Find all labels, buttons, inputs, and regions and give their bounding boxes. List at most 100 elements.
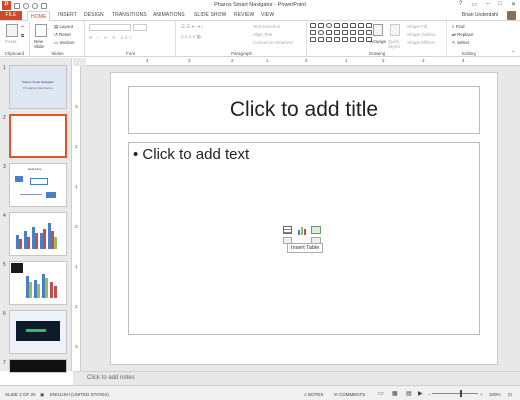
fit-slide-icon[interactable]: ⊡ — [508, 392, 512, 398]
zoom-out-icon[interactable]: – — [428, 392, 431, 397]
shape-icon[interactable] — [310, 30, 316, 35]
copy-icon[interactable]: ⧉ — [21, 33, 24, 38]
zoom-slider-thumb[interactable] — [460, 390, 462, 397]
shape-icon[interactable] — [334, 37, 340, 42]
convert-smartart-button[interactable]: Convert to SmartArt — [253, 40, 293, 45]
shape-icon[interactable] — [318, 30, 324, 35]
maximize-icon[interactable]: □ — [498, 1, 502, 8]
body-placeholder-text: Click to add text — [142, 146, 250, 163]
insert-table-icon[interactable] — [283, 226, 292, 234]
shape-icon[interactable] — [358, 23, 364, 28]
shape-icon[interactable] — [310, 23, 316, 28]
slide-thumbnail-1[interactable]: Pharos Smart Navigator PF Graphics Data … — [9, 65, 67, 109]
new-slide-button[interactable]: New Slide — [34, 39, 52, 49]
font-size-select[interactable] — [133, 24, 147, 31]
ruler-number: 3 — [188, 58, 191, 63]
tab-view[interactable]: VIEW — [261, 12, 274, 18]
comments-button[interactable]: ✉ COMMENTS — [334, 392, 365, 398]
quick-styles-icon[interactable] — [390, 24, 400, 36]
font-name-select[interactable] — [89, 24, 131, 31]
shape-icon[interactable] — [350, 30, 356, 35]
reading-view-icon[interactable]: ▤ — [406, 390, 412, 397]
normal-view-icon[interactable]: ▭ — [378, 390, 384, 397]
font-format-buttons[interactable]: B I U S abc — [89, 35, 134, 40]
shape-icon[interactable] — [318, 37, 324, 42]
user-name[interactable]: Brian Underdahl — [462, 12, 498, 18]
list-buttons[interactable]: ☰ ☰ ⇤ ⇥ ↕ — [181, 24, 204, 30]
select-button[interactable]: ↖ Select — [452, 40, 470, 46]
layout-button[interactable]: ▤ Layout — [54, 24, 73, 30]
text-direction-button[interactable]: Text Direction — [253, 24, 280, 29]
slide-thumbnail-5[interactable] — [9, 261, 67, 305]
slideshow-icon[interactable]: ▶ — [418, 390, 423, 397]
tab-design[interactable]: DESIGN — [84, 12, 104, 18]
slide-thumbnail-3[interactable]: Data Flow — [9, 163, 67, 207]
spellcheck-icon[interactable]: ▣ — [40, 392, 44, 398]
zoom-slider[interactable] — [432, 393, 478, 394]
cut-icon[interactable]: ✂ — [21, 24, 25, 30]
shape-icon[interactable] — [310, 37, 316, 42]
tab-slide-show[interactable]: SLIDE SHOW — [194, 12, 226, 18]
paste-button[interactable]: Paste — [5, 39, 17, 44]
shape-outline-button[interactable]: Shape Outline — [407, 32, 436, 37]
paste-icon[interactable] — [6, 24, 18, 37]
notes-pane[interactable] — [73, 371, 520, 385]
title-placeholder[interactable]: Click to add title — [128, 86, 480, 134]
restore-ribbon-icon[interactable]: ▭ — [471, 1, 477, 8]
collapse-ribbon-icon[interactable]: ⌃ — [511, 50, 515, 56]
shape-icon[interactable] — [342, 23, 348, 28]
tab-animations[interactable]: ANIMATIONS — [153, 12, 185, 18]
shape-effects-button[interactable]: Shape Effects — [407, 40, 435, 45]
shape-icon[interactable] — [358, 37, 364, 42]
reset-button[interactable]: ↺ Reset — [54, 32, 71, 38]
arrange-button[interactable]: Arrange — [370, 39, 386, 44]
shape-icon[interactable] — [334, 30, 340, 35]
ruler-number: 3 — [422, 58, 425, 63]
insert-chart-icon[interactable] — [297, 226, 307, 235]
tab-home[interactable]: HOME — [27, 11, 51, 21]
shape-icon[interactable] — [350, 37, 356, 42]
replace-button[interactable]: ⇄ Replace — [452, 32, 474, 38]
shape-fill-button[interactable]: Shape Fill — [407, 24, 427, 29]
slide-sorter-icon[interactable]: ▦ — [392, 390, 398, 397]
minimize-icon[interactable]: – — [486, 1, 489, 8]
shape-icon[interactable] — [326, 37, 332, 42]
shape-icon[interactable] — [326, 23, 332, 28]
tab-insert[interactable]: INSERT — [58, 12, 77, 18]
new-slide-icon[interactable] — [35, 24, 47, 37]
shape-icon[interactable] — [342, 30, 348, 35]
slide-counter[interactable]: SLIDE 2 OF 20 — [5, 392, 36, 397]
help-icon[interactable]: ? — [459, 1, 462, 8]
slide-thumbnail-4[interactable] — [9, 212, 67, 256]
find-button[interactable]: ⌕ Find — [452, 24, 465, 29]
avatar[interactable] — [507, 11, 516, 20]
slide-thumbnail-2[interactable] — [9, 114, 67, 158]
tab-file[interactable]: FILE — [0, 11, 22, 20]
language-status[interactable]: ENGLISH (UNITED STATES) — [50, 392, 109, 397]
shape-icon[interactable] — [326, 30, 332, 35]
shape-icon[interactable] — [358, 30, 364, 35]
section-button[interactable]: ▭ Section — [54, 40, 75, 46]
tab-transitions[interactable]: TRANSITIONS — [112, 12, 147, 18]
body-bullet[interactable]: • Click to add text — [133, 146, 249, 163]
zoom-in-icon[interactable]: + — [480, 392, 483, 397]
close-icon[interactable]: ✕ — [511, 1, 516, 8]
zoom-level[interactable]: 100% — [489, 392, 501, 397]
arrange-icon[interactable] — [373, 24, 383, 36]
notes-placeholder[interactable]: Click to add notes — [87, 375, 135, 381]
quick-styles-button[interactable]: Quick Styles — [388, 39, 404, 49]
notes-button[interactable]: ≡ NOTES — [304, 392, 323, 397]
slide-thumbnail-7[interactable] — [9, 359, 67, 373]
shape-icon[interactable] — [318, 23, 324, 28]
shapes-gallery[interactable] — [310, 23, 372, 43]
shape-icon[interactable] — [366, 23, 372, 28]
align-buttons[interactable]: ≡ ≡ ≡ ≡ ▥ — [181, 34, 201, 40]
slide-thumbnail-6[interactable] — [9, 310, 67, 354]
tab-review[interactable]: REVIEW — [234, 12, 254, 18]
shape-icon[interactable] — [350, 23, 356, 28]
align-text-button[interactable]: Align Text — [253, 32, 272, 37]
shape-icon[interactable] — [342, 37, 348, 42]
shape-icon[interactable] — [334, 23, 340, 28]
insert-smartart-icon[interactable] — [311, 226, 321, 234]
shape-icon[interactable] — [366, 30, 372, 35]
